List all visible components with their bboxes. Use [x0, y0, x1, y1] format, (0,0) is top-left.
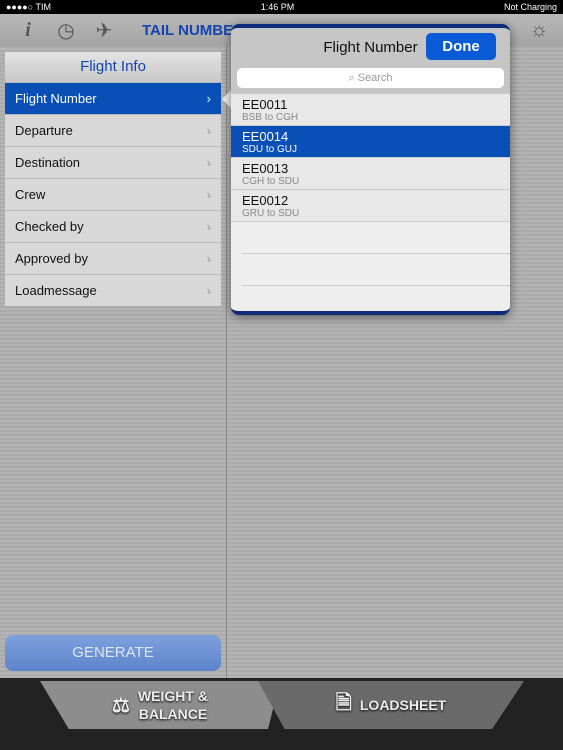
row-flight-number[interactable]: Flight Number › [5, 82, 221, 114]
row-label: Crew [15, 187, 46, 202]
chevron-right-icon: › [206, 219, 211, 234]
divider [226, 46, 227, 678]
flight-number: EE0013 [242, 161, 289, 176]
plane-icon[interactable]: ✈ [94, 18, 114, 43]
empty-row [242, 254, 510, 286]
chevron-right-icon: › [206, 251, 211, 266]
flight-list-item[interactable]: EE0013 CGH to SDU [231, 158, 510, 190]
row-approved-by[interactable]: Approved by › [5, 242, 221, 274]
brightness-icon[interactable]: ☼ [529, 19, 549, 42]
panel-title: Flight Info [5, 52, 221, 82]
tab-weight-balance[interactable]: ⚖ WEIGHT & BALANCE [40, 681, 280, 729]
empty-row [242, 286, 510, 311]
row-loadmessage[interactable]: Loadmessage › [5, 274, 221, 306]
flight-number: EE0011 [242, 97, 288, 112]
carrier: ●●●●○ TIM [6, 2, 52, 12]
flight-route: BSB to CGH [242, 112, 299, 123]
chevron-right-icon: › [206, 283, 211, 298]
row-label: Departure [15, 123, 73, 138]
popover-title: Flight Number [323, 38, 418, 56]
flight-route: GRU to SDU [242, 208, 300, 219]
search-input[interactable]: ⌕ Search [237, 68, 504, 88]
row-label: Flight Number [15, 91, 97, 106]
tab-label: BALANCE [138, 706, 208, 722]
row-destination[interactable]: Destination › [5, 146, 221, 178]
flight-list-item[interactable]: EE0011 BSB to CGH [231, 94, 510, 126]
chevron-right-icon: › [206, 155, 211, 170]
row-label: Approved by [15, 251, 88, 266]
flight-route: SDU to GUJ [242, 144, 298, 155]
clock-icon[interactable]: ◷ [56, 18, 76, 43]
flight-number-popover: Flight Number Done ⌕ Search EE0011 BSB to… [231, 24, 510, 315]
row-label: Loadmessage [15, 283, 97, 298]
flight-info-panel: Flight Info Flight Number › Departure › De… [5, 52, 221, 306]
chevron-right-icon: › [206, 187, 211, 202]
flight-route: CGH to SDU [242, 176, 300, 187]
tail-number-title: TAIL NUMBE [142, 21, 234, 39]
row-label: Checked by [15, 219, 84, 234]
flight-number: EE0014 [242, 129, 289, 144]
row-crew[interactable]: Crew › [5, 178, 221, 210]
scale-icon: ⚖ [112, 694, 130, 717]
flight-list-item[interactable]: EE0014 SDU to GUJ [231, 126, 510, 158]
battery-status: Not Charging [503, 2, 557, 12]
row-checked-by[interactable]: Checked by › [5, 210, 221, 242]
info-icon[interactable]: i [18, 19, 38, 42]
search-icon: ⌕ [348, 72, 358, 84]
tab-label: WEIGHT & [137, 688, 208, 704]
document-chart-icon: 🗎 [335, 692, 352, 714]
chevron-right-icon: › [206, 123, 211, 138]
empty-row [242, 222, 510, 254]
tab-label: LOADSHEET [359, 697, 447, 713]
done-button[interactable]: Done [426, 33, 496, 60]
status-bar: ●●●●○ TIM 1:46 PM Not Charging [0, 0, 563, 14]
row-label: Destination [15, 155, 81, 170]
flight-list-item[interactable]: EE0012 GRU to SDU [231, 190, 510, 222]
row-departure[interactable]: Departure › [5, 114, 221, 146]
clock: 1:46 PM [260, 2, 295, 12]
tab-loadsheet[interactable]: 🗎 LOADSHEET [258, 681, 524, 729]
bottom-tab-bar: ⚖ WEIGHT & BALANCE 🗎 LOADSHEET [0, 678, 563, 750]
chevron-right-icon: › [206, 91, 211, 106]
generate-button[interactable]: GENERATE [5, 635, 221, 671]
flight-number: EE0012 [242, 193, 289, 208]
search-placeholder: Search [357, 72, 393, 84]
